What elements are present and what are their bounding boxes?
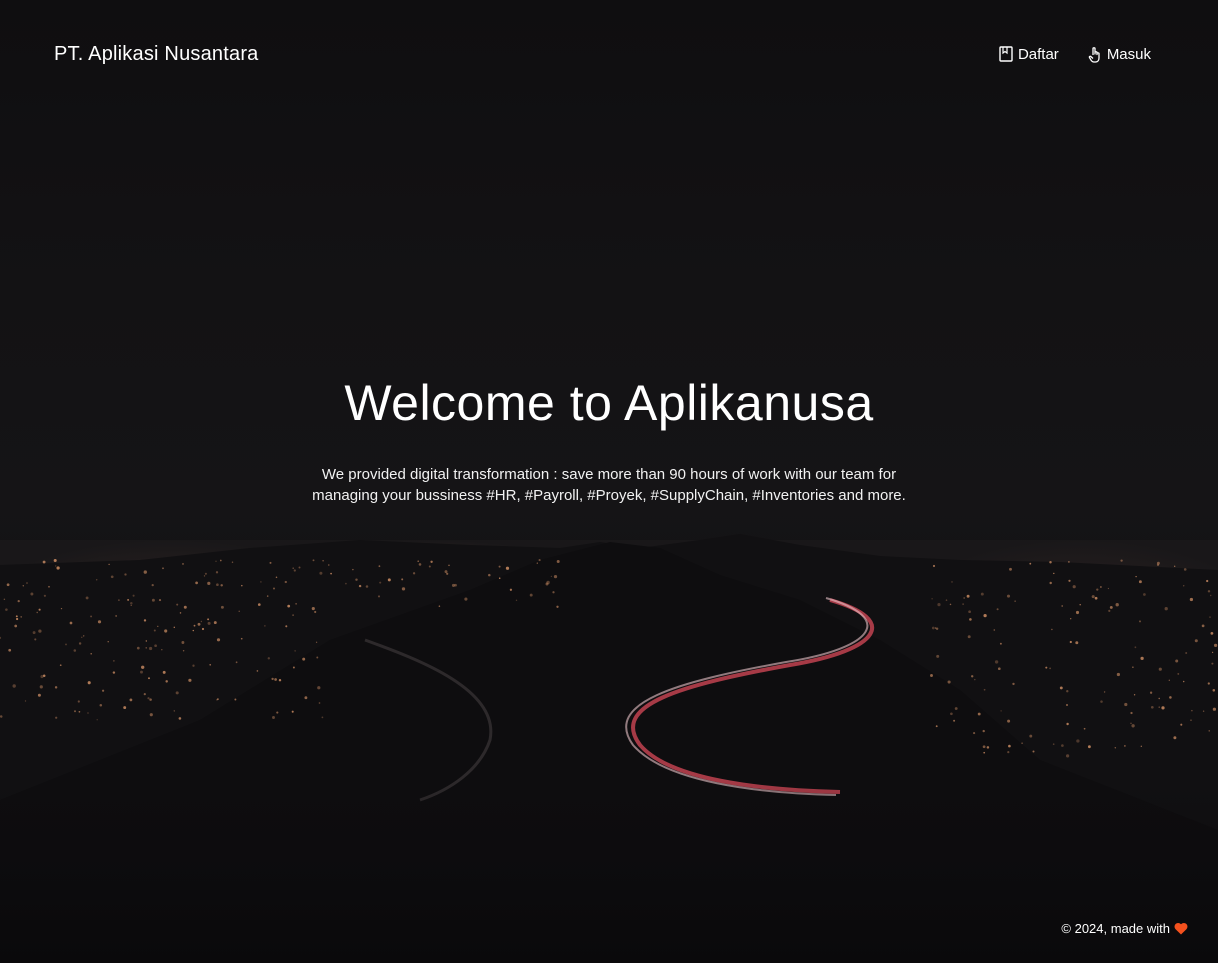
daftar-label: Daftar <box>1017 45 1059 63</box>
pointer-hand-icon <box>1087 45 1103 63</box>
page: PT. Aplikasi Nusantara Daftar Masuk Welc… <box>0 0 1218 963</box>
hero-title: Welcome to Aplikanusa <box>344 375 874 431</box>
nav-menu: Daftar Masuk <box>998 45 1151 63</box>
daftar-link[interactable]: Daftar <box>998 45 1059 63</box>
masuk-link[interactable]: Masuk <box>1087 45 1151 63</box>
top-navbar: PT. Aplikasi Nusantara Daftar Masuk <box>0 0 1218 112</box>
heart-icon <box>1174 922 1188 935</box>
footer-copyright: © 2024, made with <box>1061 921 1170 936</box>
brand-logo-link[interactable]: PT. Aplikasi Nusantara <box>54 43 259 66</box>
book-icon <box>998 45 1014 63</box>
hero-description: We provided digital transformation : sav… <box>312 466 906 504</box>
hero-section: Welcome to Aplikanusa We provided digita… <box>0 370 1218 506</box>
footer: © 2024, made with <box>1061 921 1188 936</box>
masuk-label: Masuk <box>1106 45 1151 63</box>
